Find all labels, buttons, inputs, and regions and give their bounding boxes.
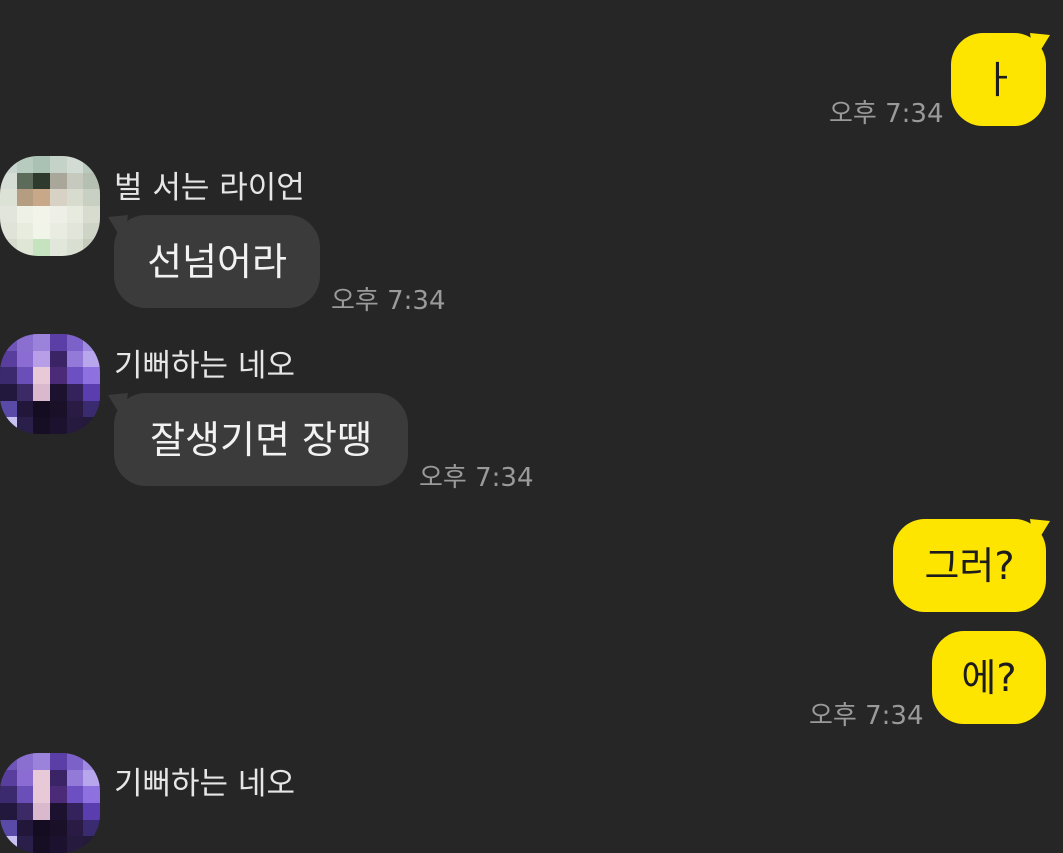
bubble-tail xyxy=(1030,519,1050,547)
avatar[interactable] xyxy=(0,753,100,853)
sender-name: 기뻐하는 네오 xyxy=(114,766,295,802)
sender-name: 기뻐하는 네오 xyxy=(114,348,295,384)
avatar[interactable] xyxy=(0,334,100,434)
message-text: 잘생기면 장땡 xyxy=(150,417,372,462)
message-text: 선넘어라 xyxy=(147,239,287,284)
their-message-bubble[interactable]: 선넘어라 xyxy=(114,215,320,308)
bubble-tail xyxy=(1030,33,1050,61)
message-timestamp: 오후 7:34 xyxy=(331,286,446,316)
their-message-bubble[interactable]: 잘생기면 장땡 xyxy=(114,393,408,486)
my-message-bubble[interactable]: 그러? xyxy=(893,519,1046,612)
avatar[interactable] xyxy=(0,156,100,256)
message-timestamp: 오후 7:34 xyxy=(419,463,534,493)
sender-name: 벌 서는 라이언 xyxy=(114,170,305,206)
message-text: ㅏ xyxy=(981,57,1016,102)
message-text: 그러? xyxy=(924,543,1015,588)
message-timestamp: 오후 7:34 xyxy=(809,701,924,731)
message-timestamp: 오후 7:34 xyxy=(829,99,944,129)
my-message-bubble[interactable]: 에? xyxy=(932,631,1046,724)
message-text: 에? xyxy=(961,655,1017,700)
